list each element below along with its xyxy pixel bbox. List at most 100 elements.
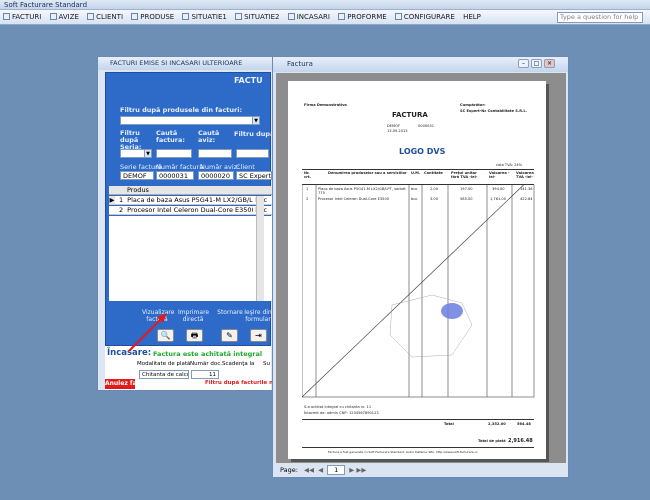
scadenta-label: Scadenţa la xyxy=(222,361,255,367)
menu-situatie1[interactable]: SITUATIE1 xyxy=(179,10,229,25)
next-page-icon[interactable]: ▶ xyxy=(349,466,354,474)
print-preview-area[interactable]: Firma Demonstrativa FACTURA DEMOF 000003… xyxy=(276,73,566,463)
cancel-invoice-label: Stornare xyxy=(217,309,243,316)
menu-avize[interactable]: AVIZE xyxy=(47,10,82,25)
search-invoice-input[interactable] xyxy=(156,149,192,158)
col-um-header: U.M. xyxy=(411,171,421,175)
col-den-header: Denumirea produselor sau a serviciilor xyxy=(328,171,407,175)
chevron-down-icon: ▼ xyxy=(144,150,151,157)
exit-form-button[interactable]: ⇥ xyxy=(250,329,267,342)
menu-situatie2[interactable]: SITUATIE2 xyxy=(232,10,282,25)
aviz-value[interactable]: 0000020 xyxy=(198,171,234,180)
doc-data: 13.09.2013 xyxy=(387,129,408,133)
minimize-icon: – xyxy=(522,60,525,67)
print-icon: 🖶 xyxy=(190,331,199,340)
pager-label: Page: xyxy=(280,466,298,474)
numar-doc-label: Număr doc. xyxy=(190,361,222,367)
invoice-page: Firma Demonstrativa FACTURA DEMOF 000003… xyxy=(288,81,546,459)
cancel-icon: ✎ xyxy=(226,331,233,340)
search-aviz-input[interactable] xyxy=(198,149,232,158)
print-direct-button[interactable]: 🖶 xyxy=(186,329,203,342)
row-selector-icon: ▶ xyxy=(109,196,115,204)
doc-footer: Factura a fost generata cu Soft Facturar… xyxy=(328,450,478,454)
sum-label: Su xyxy=(263,361,270,367)
help-search-input[interactable]: Type a question for help xyxy=(557,12,643,23)
serie-value[interactable]: DEMOF xyxy=(120,171,154,180)
doc-intocmit: Întocmit de: admin CNP: 1234567890123 xyxy=(304,411,379,415)
doc-total-tva: 564.48 xyxy=(517,422,531,426)
doc-number-field[interactable]: 11 xyxy=(191,370,219,379)
menu-configurare[interactable]: CONFIGURARE xyxy=(392,10,458,25)
doc-cumparator-label: Cumpărător: xyxy=(460,103,486,107)
minimize-button[interactable]: – xyxy=(518,59,529,68)
doc-total-plata: 2,916.48 xyxy=(508,438,533,444)
map-highlight-icon xyxy=(441,303,463,319)
doc-achitat: S-a achitat integral cu chitanta nr. 11 xyxy=(304,405,372,409)
maximize-button[interactable]: □ xyxy=(531,59,542,68)
row-product: Procesor Intel Celeron Dual-Core E3500 xyxy=(127,206,254,214)
configurare-icon xyxy=(394,13,402,20)
client-filter-select[interactable] xyxy=(236,149,269,158)
menu-produse[interactable]: PRODUSE xyxy=(128,10,177,25)
incasari-icon xyxy=(287,13,295,20)
doc-cumparator: SC Expert-Nc Contabilitate S.R.L. xyxy=(460,109,528,113)
facturi-heading: FACTU xyxy=(234,76,263,85)
close-icon: × xyxy=(546,60,553,67)
row-number: 2 xyxy=(119,206,124,214)
factura-window: Factura – □ × Firma Demonstrativa FACTUR… xyxy=(272,56,569,478)
doc-total-plata-label: Total de plată xyxy=(478,439,506,443)
avize-icon xyxy=(49,13,57,20)
serie-filter-select[interactable]: ▼ xyxy=(120,149,152,158)
table-row[interactable]: 2 Procesor Intel Celeron Dual-Core E3500… xyxy=(109,206,272,215)
facturi-window-title: FACTURI EMISE SI INCASARI ULTERIOARE xyxy=(98,57,274,70)
first-page-icon[interactable]: ◀◀ xyxy=(304,466,314,474)
anulez-factura-button[interactable]: Anulez factura xyxy=(105,379,154,389)
products-grid-header: Produs xyxy=(109,186,272,195)
annotation-arrow-icon xyxy=(128,313,167,352)
cancel-invoice-button[interactable]: ✎ xyxy=(221,329,238,342)
doc-nr: 0000031 xyxy=(418,124,435,128)
doc-cota: cota TVA: 24% xyxy=(496,163,523,167)
col-nr-header: Nr. crt. xyxy=(304,171,311,180)
facturi-window: FACTURI EMISE SI INCASARI ULTERIOARE FAC… xyxy=(97,56,284,391)
proforme-icon xyxy=(338,13,346,20)
menu-incasari[interactable]: INCASARI xyxy=(285,10,333,25)
col-cant-header: Cantitate xyxy=(424,171,443,175)
client-column-label: Client xyxy=(236,163,255,171)
page-number-input[interactable]: 1 xyxy=(327,465,346,475)
modalitate-label: Modalitate de plată xyxy=(137,361,191,367)
row-product: Placa de baza Asus P5G41-M LX2/GB/LPT, s… xyxy=(127,196,253,204)
menu-help[interactable]: HELP xyxy=(460,10,484,25)
menu-clienti[interactable]: CLIENTI xyxy=(84,10,126,25)
col-tva-header: Valoarea TVA -lei- xyxy=(516,171,534,180)
filter-products-label: Filtru după produsele din facturi: xyxy=(120,106,243,114)
row-number: 1 xyxy=(119,196,124,204)
numar-column-label: Număr factură xyxy=(156,163,204,171)
menu-facturi[interactable]: FACTURI xyxy=(0,10,44,25)
prev-page-icon[interactable]: ◀ xyxy=(318,466,323,474)
print-direct-label: Imprimare directă xyxy=(178,309,210,323)
client-value[interactable]: SC Expert-R xyxy=(236,171,272,180)
doc-total-label: Total xyxy=(444,422,454,426)
search-aviz-label: Caută aviz: xyxy=(198,129,220,144)
col-pret-header: Preţul unitar fără TVA -lei- xyxy=(451,171,478,180)
filter-products-select[interactable]: ▼ xyxy=(120,116,260,125)
grid-scrollbar[interactable] xyxy=(256,196,264,301)
doc-firma: Firma Demonstrativa xyxy=(304,103,347,107)
close-button[interactable]: × xyxy=(544,59,555,68)
col-val-header: Valoarea -lei- xyxy=(489,171,510,180)
aviz-column-label: Număr aviz: xyxy=(200,163,240,171)
search-invoice-label: Caută factura: xyxy=(156,129,185,144)
doc-total-val: 2,352.00 xyxy=(488,422,506,426)
doc-serie: DEMOF xyxy=(387,124,401,128)
map-outline-icon xyxy=(389,294,473,358)
doc-title: FACTURA xyxy=(392,111,428,119)
last-page-icon[interactable]: ▶▶ xyxy=(356,466,366,474)
payment-method-field[interactable]: Chitanta de calculator xyxy=(139,370,189,379)
doc-logo: LOGO DVS xyxy=(399,147,446,156)
facturi-icon xyxy=(3,13,10,20)
situatie2-icon xyxy=(235,13,243,20)
menu-proforme[interactable]: PROFORME xyxy=(335,10,389,25)
table-row[interactable]: ▶ 1 Placa de baza Asus P5G41-M LX2/GB/LP… xyxy=(109,196,272,205)
numar-value[interactable]: 0000031 xyxy=(156,171,194,180)
